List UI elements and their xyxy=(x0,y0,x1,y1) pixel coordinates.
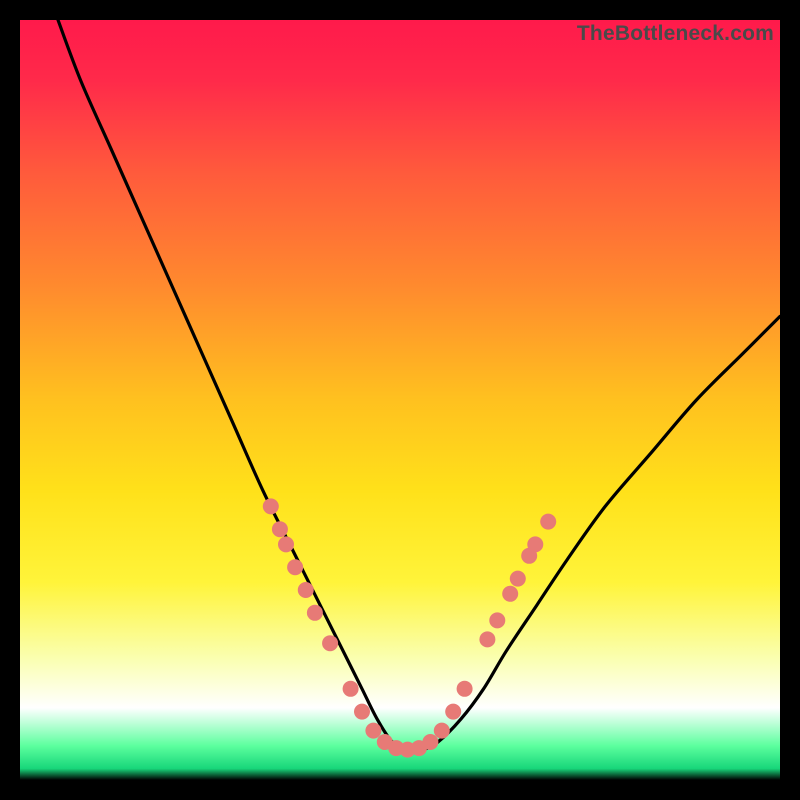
marker-dot xyxy=(422,734,438,750)
marker-dot xyxy=(343,681,359,697)
marker-dot xyxy=(278,536,294,552)
marker-dot xyxy=(479,631,495,647)
marker-dot xyxy=(540,514,556,530)
chart-frame: TheBottleneck.com xyxy=(20,20,780,780)
gradient-background xyxy=(20,20,780,780)
marker-dot xyxy=(527,536,543,552)
marker-dot xyxy=(287,559,303,575)
marker-dot xyxy=(298,582,314,598)
marker-dot xyxy=(365,723,381,739)
marker-dot xyxy=(489,612,505,628)
watermark-text: TheBottleneck.com xyxy=(577,22,774,46)
bottleneck-chart xyxy=(20,20,780,780)
marker-dot xyxy=(307,605,323,621)
marker-dot xyxy=(263,498,279,514)
marker-dot xyxy=(457,681,473,697)
marker-dot xyxy=(445,704,461,720)
marker-dot xyxy=(322,635,338,651)
marker-dot xyxy=(272,521,288,537)
marker-dot xyxy=(502,586,518,602)
marker-dot xyxy=(434,723,450,739)
marker-dot xyxy=(354,704,370,720)
marker-dot xyxy=(510,571,526,587)
